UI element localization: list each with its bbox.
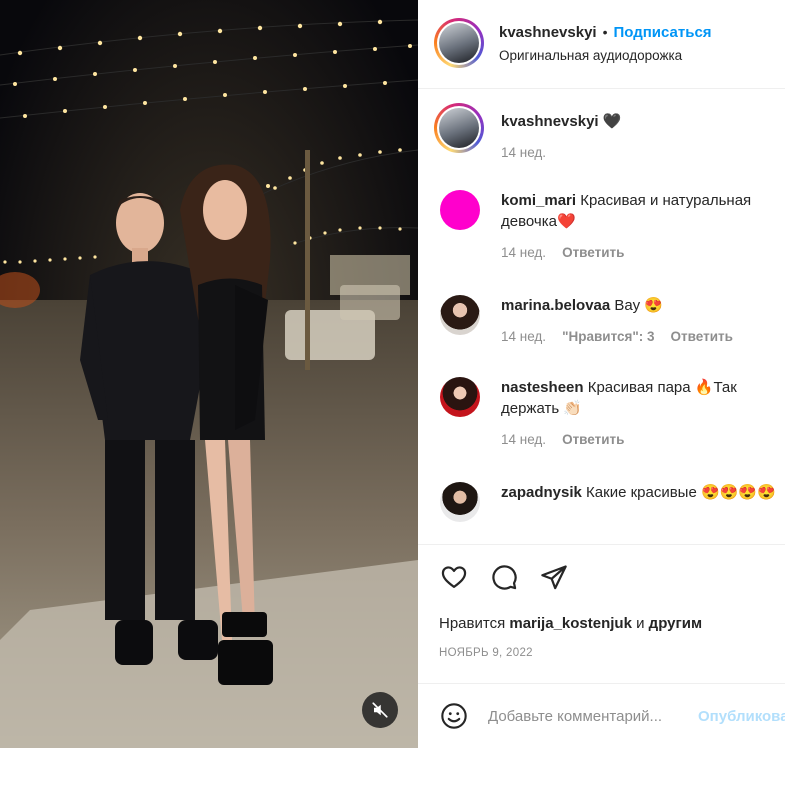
likes-conj: и	[636, 615, 645, 632]
comment-time[interactable]: 14 нед.	[501, 329, 546, 344]
comment-time[interactable]: 14 нед.	[501, 245, 546, 260]
mute-button[interactable]	[362, 692, 398, 728]
post-photo	[0, 0, 418, 748]
post-actions: Нравится marija_kostenjuk и другим НОЯБР…	[418, 544, 785, 683]
post-media[interactable]	[0, 0, 418, 748]
comment-username[interactable]: komi_mari	[501, 192, 576, 209]
like-button[interactable]	[438, 561, 470, 593]
comment-username[interactable]: marina.belovaa	[501, 297, 610, 314]
muted-speaker-icon	[372, 702, 388, 718]
reply-button[interactable]: Ответить	[671, 329, 733, 344]
comment-text: Какие красивые 😍😍😍😍	[586, 484, 776, 501]
caption-avatar[interactable]	[434, 103, 484, 153]
share-button[interactable]	[538, 561, 570, 593]
post-header: kvashnevskyi • Подписаться Оригинальная ау…	[418, 0, 785, 89]
author-username[interactable]: kvashnevskyi	[499, 24, 597, 41]
commenter-avatar[interactable]	[440, 190, 480, 230]
commenter-avatar[interactable]	[440, 377, 480, 417]
commenter-avatar[interactable]	[440, 295, 480, 335]
caption-time[interactable]: 14 нед.	[501, 145, 546, 160]
author-avatar[interactable]	[434, 18, 484, 68]
post-details-panel: kvashnevskyi • Подписаться Оригинальная ау…	[418, 0, 785, 748]
comments-list[interactable]: kvashnevskyi 🖤 14 нед. komi_mari Красива…	[418, 89, 785, 544]
caption-username[interactable]: kvashnevskyi	[501, 113, 599, 130]
comment-text: Вау 😍	[614, 297, 663, 314]
comment-input[interactable]	[488, 702, 694, 730]
audio-track-link[interactable]: Оригинальная аудиодорожка	[499, 48, 682, 63]
reply-button[interactable]: Ответить	[562, 432, 624, 447]
emoji-button[interactable]	[438, 700, 470, 732]
comment-composer: Опубликовать	[418, 683, 785, 748]
likes-summary[interactable]: Нравится marija_kostenjuk и другим	[439, 615, 702, 632]
likes-prefix: Нравится	[439, 615, 506, 632]
reply-button[interactable]: Ответить	[562, 245, 624, 260]
likes-user[interactable]: marija_kostenjuk	[509, 615, 632, 632]
share-icon	[541, 565, 567, 590]
comment-icon	[492, 565, 517, 590]
likes-others[interactable]: другим	[649, 615, 702, 632]
comment-button[interactable]	[488, 561, 520, 593]
post-date[interactable]: НОЯБРЬ 9, 2022	[439, 647, 533, 659]
commenter-avatar[interactable]	[440, 482, 480, 522]
comment-time[interactable]: 14 нед.	[501, 432, 546, 447]
heart-icon	[441, 566, 467, 589]
separator-dot: •	[602, 24, 608, 40]
comment-likes-count[interactable]: "Нравится": 3	[562, 329, 654, 344]
follow-button[interactable]: Подписаться	[613, 24, 711, 41]
comment-username[interactable]: nastesheen	[501, 379, 584, 396]
emoji-icon	[441, 703, 467, 729]
publish-button[interactable]: Опубликовать	[698, 708, 785, 725]
comment-username[interactable]: zapadnysik	[501, 484, 582, 501]
caption-text: 🖤	[602, 113, 622, 130]
